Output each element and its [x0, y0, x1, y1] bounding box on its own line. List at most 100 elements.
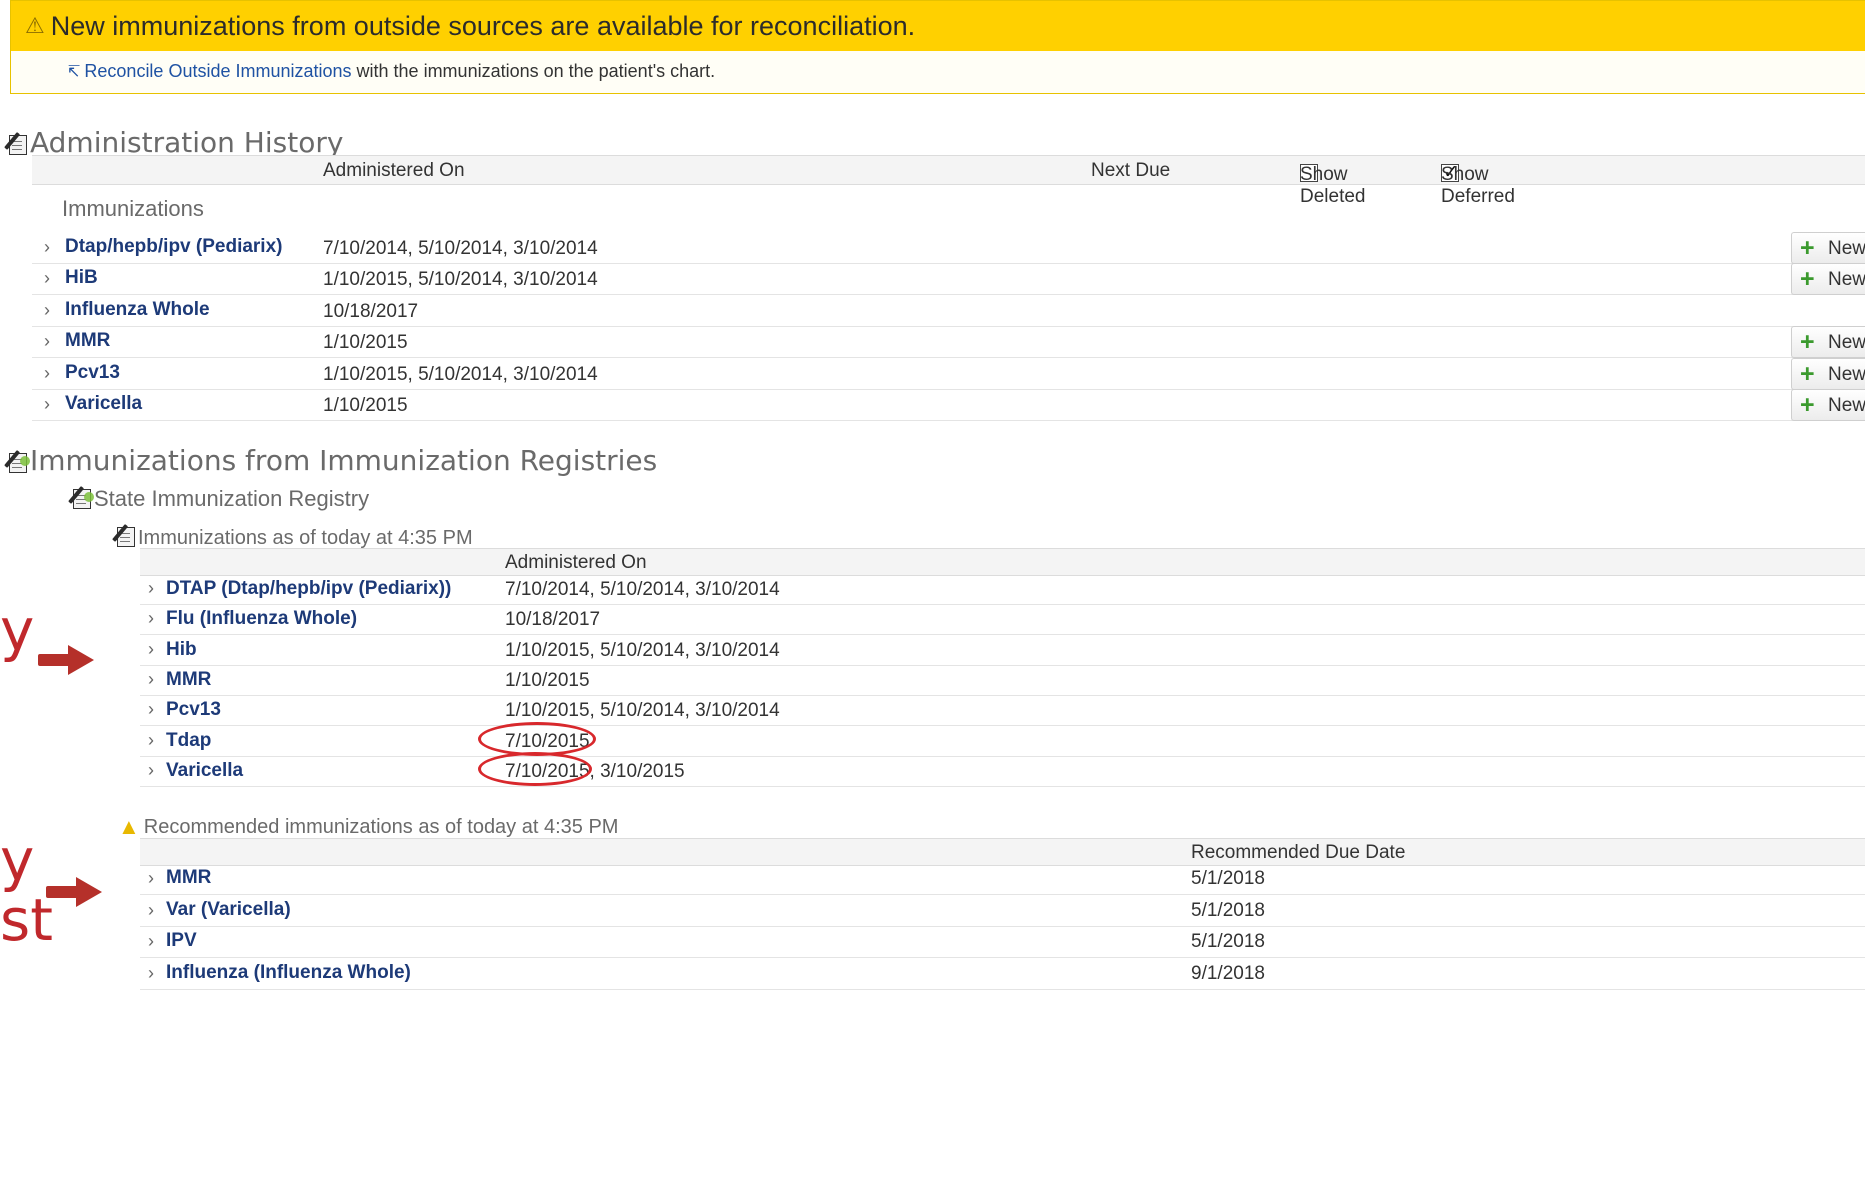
new-immunization-button[interactable]: + New [1791, 232, 1865, 264]
registry-immunization-row[interactable]: › Pcv13 1/10/2015, 5/10/2014, 3/10/2014 [140, 695, 1865, 726]
reconciliation-alert: ⚠ New immunizations from outside sources… [10, 0, 1865, 94]
immunization-name[interactable]: Varicella [65, 393, 142, 415]
administered-dates: 10/18/2017 [505, 609, 601, 630]
immunization-name[interactable]: Dtap/hepb/ipv (Pediarix) [65, 236, 282, 258]
immunization-name[interactable]: Pcv13 [65, 362, 120, 384]
reconcile-outside-immunizations-link[interactable]: Reconcile Outside Immunizations [84, 61, 351, 81]
registry-immunization-row[interactable]: › Tdap 7/10/2015 [140, 726, 1865, 757]
registry-immunization-row[interactable]: › Varicella 7/10/2015, 3/10/2015 [140, 756, 1865, 787]
registry-immunization-name[interactable]: MMR [166, 669, 211, 691]
registry-immunization-name[interactable]: Pcv13 [166, 699, 221, 721]
plus-icon: + [1800, 265, 1815, 293]
new-immunization-button[interactable]: + New [1791, 263, 1865, 295]
annotation-arrow-2 [46, 877, 102, 907]
recommended-title: ▲ Recommended immunizations as of today a… [118, 814, 619, 839]
edit-document-icon [4, 132, 30, 155]
registry-header: Administered On [140, 548, 1865, 576]
registry-immunization-row[interactable]: › Hib 1/10/2015, 5/10/2014, 3/10/2014 [140, 635, 1865, 666]
plus-icon: + [1800, 234, 1815, 262]
col-next-due: Next Due [1091, 160, 1171, 181]
immunizations-as-of-title: Immunizations as of today at 4:35 PM [112, 524, 473, 550]
edit-document-icon [112, 524, 138, 547]
chevron-right-icon[interactable]: › [148, 608, 154, 629]
immunization-row[interactable]: › Influenza Whole 10/18/2017 [32, 295, 1865, 327]
annotation-label-2a: y [0, 826, 35, 894]
reconcile-arrow-icon: ↸ [67, 64, 81, 81]
administered-dates: 7/10/2014, 5/10/2014, 3/10/2014 [505, 579, 780, 600]
recommended-immunization-row[interactable]: › Influenza (Influenza Whole) 9/1/2018 [140, 958, 1865, 990]
new-immunization-button[interactable]: + New [1791, 358, 1865, 390]
chevron-right-icon[interactable]: › [148, 868, 154, 889]
registry-immunization-row[interactable]: › MMR 1/10/2015 [140, 665, 1865, 696]
annotation-arrow-1 [38, 645, 94, 675]
col-administered-on: Administered On [505, 552, 647, 573]
recommended-immunization-row[interactable]: › MMR 5/1/2018 [140, 863, 1865, 895]
registry-immunization-row[interactable]: › DTAP (Dtap/hepb/ipv (Pediarix)) 7/10/201… [140, 574, 1865, 605]
plus-icon: + [1800, 391, 1815, 419]
registry-immunization-name[interactable]: DTAP (Dtap/hepb/ipv (Pediarix)) [166, 578, 451, 600]
chevron-right-icon[interactable]: › [44, 363, 50, 384]
immunization-name[interactable]: MMR [65, 330, 110, 352]
recommended-due-date: 5/1/2018 [1191, 900, 1265, 921]
new-immunization-button[interactable]: + New [1791, 326, 1865, 358]
highlight-circle-tdap [478, 722, 596, 756]
recommended-immunization-name[interactable]: MMR [166, 867, 211, 889]
registry-immunization-name[interactable]: Hib [166, 639, 197, 661]
new-immunization-button[interactable]: + New [1791, 389, 1865, 421]
administered-dates: 1/10/2015 [323, 332, 408, 353]
administered-dates: 1/10/2015, 5/10/2014, 3/10/2014 [505, 640, 780, 661]
immunization-row[interactable]: › HiB 1/10/2015, 5/10/2014, 3/10/2014 [32, 263, 1865, 295]
administered-dates: 1/10/2015 [323, 395, 408, 416]
chevron-right-icon[interactable]: › [148, 669, 154, 690]
registry-immunization-name[interactable]: Varicella [166, 760, 243, 782]
state-registry-title: State Immunization Registry [68, 486, 369, 512]
chevron-right-icon[interactable]: › [148, 639, 154, 660]
immunization-name[interactable]: Influenza Whole [65, 299, 210, 321]
chevron-right-icon[interactable]: › [44, 300, 50, 321]
warning-icon: ▲ [118, 814, 140, 839]
immunization-name[interactable]: HiB [65, 267, 98, 289]
chevron-right-icon[interactable]: › [44, 331, 50, 352]
chevron-right-icon[interactable]: › [148, 699, 154, 720]
plus-icon: + [1800, 360, 1815, 388]
administered-dates: 1/10/2015, 5/10/2014, 3/10/2014 [323, 269, 598, 290]
col-recommended-due-date: Recommended Due Date [1191, 842, 1406, 863]
recommended-due-date: 5/1/2018 [1191, 868, 1265, 889]
recommended-due-date: 9/1/2018 [1191, 963, 1265, 984]
administered-dates: 1/10/2015 [505, 670, 590, 691]
registry-immunization-name[interactable]: Flu (Influenza Whole) [166, 608, 357, 630]
warning-icon: ⚠ [25, 13, 45, 38]
immunization-row[interactable]: › Pcv13 1/10/2015, 5/10/2014, 3/10/2014 [32, 358, 1865, 390]
chevron-right-icon[interactable]: › [148, 730, 154, 751]
immunization-row[interactable]: › Varicella 1/10/2015 [32, 389, 1865, 421]
administered-dates: 7/10/2014, 5/10/2014, 3/10/2014 [323, 238, 598, 259]
edit-document-icon [68, 486, 94, 509]
chevron-right-icon[interactable]: › [148, 578, 154, 599]
chevron-right-icon[interactable]: › [148, 963, 154, 984]
recommended-immunization-row[interactable]: › IPV 5/1/2018 [140, 926, 1865, 958]
chevron-right-icon[interactable]: › [148, 760, 154, 781]
immunization-row[interactable]: › MMR 1/10/2015 [32, 326, 1865, 358]
registry-immunization-row[interactable]: › Flu (Influenza Whole) 10/18/2017 [140, 604, 1865, 635]
registry-immunization-name[interactable]: Tdap [166, 730, 211, 752]
immunization-row[interactable]: › Dtap/hepb/ipv (Pediarix) 7/10/2014, 5/10… [32, 232, 1865, 264]
alert-body-text: with the immunizations on the patient's … [351, 61, 716, 81]
chevron-right-icon[interactable]: › [148, 900, 154, 921]
recommended-immunization-name[interactable]: Var (Varicella) [166, 899, 291, 921]
edit-document-icon [4, 450, 30, 473]
alert-header: ⚠ New immunizations from outside sources… [11, 1, 1865, 51]
chevron-right-icon[interactable]: › [44, 268, 50, 289]
immunizations-group-label: Immunizations [62, 196, 204, 221]
plus-icon: + [1800, 328, 1815, 356]
alert-title: New immunizations from outside sources a… [50, 10, 916, 41]
recommended-immunization-row[interactable]: › Var (Varicella) 5/1/2018 [140, 895, 1865, 927]
alert-body: ↸ Reconcile Outside Immunizations with th… [11, 51, 1865, 82]
recommended-immunization-name[interactable]: IPV [166, 930, 197, 952]
chevron-right-icon[interactable]: › [44, 394, 50, 415]
recommended-due-date: 5/1/2018 [1191, 931, 1265, 952]
admin-history-header: Administered On Next Due Show Deleted Sh… [32, 155, 1865, 207]
chevron-right-icon[interactable]: › [44, 237, 50, 258]
chevron-right-icon[interactable]: › [148, 931, 154, 952]
recommended-immunization-name[interactable]: Influenza (Influenza Whole) [166, 962, 411, 984]
administered-dates: 1/10/2015, 5/10/2014, 3/10/2014 [323, 364, 598, 385]
